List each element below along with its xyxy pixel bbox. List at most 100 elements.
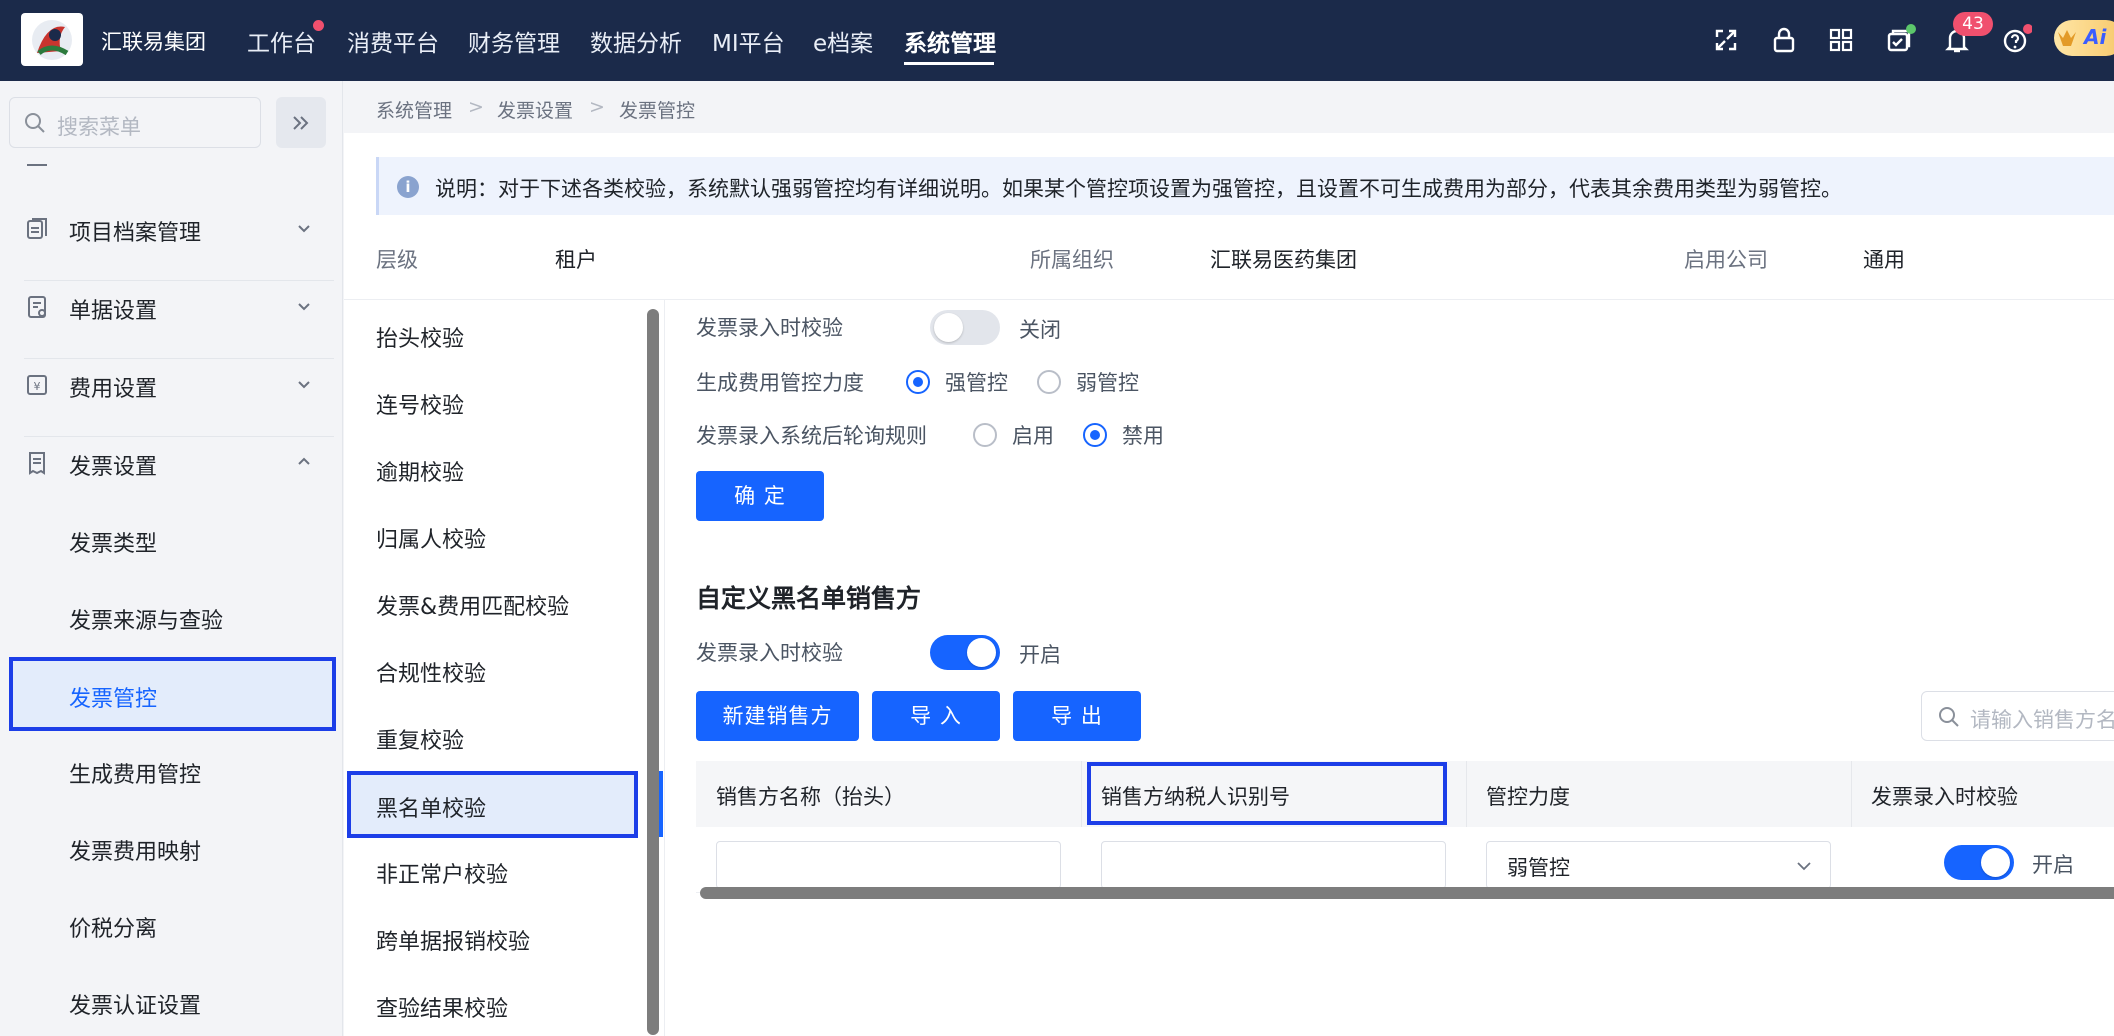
main-content: 系统管理 > 发票设置 > 发票管控 i 说明：对于下述各类校验，系统默认强弱管…	[344, 81, 2114, 1036]
control-strength-value: 弱管控	[1507, 856, 1570, 880]
radio-poll-enable[interactable]	[973, 423, 997, 447]
subnav-owner-check[interactable]: 归属人校验	[344, 502, 644, 569]
tasks-check-icon[interactable]	[1882, 23, 1916, 57]
level-value: 租户	[555, 248, 597, 272]
nav-data-analysis[interactable]: 数据分析	[590, 24, 682, 58]
info-notice: i 说明：对于下述各类校验，系统默认强弱管控均有详细说明。如果某个管控项设置为强…	[376, 157, 2114, 215]
subnav-label: 发票&费用匹配校验	[376, 595, 570, 620]
toggle-knob	[967, 638, 996, 667]
nav-mi-platform[interactable]: MI平台	[712, 24, 785, 58]
menu-group-label: 单据设置	[69, 299, 158, 324]
column-entry-check: 发票录入时校验	[1871, 785, 2018, 809]
sub-item-label: 发票管控	[69, 687, 158, 712]
menu-search-placeholder: 搜索菜单	[57, 115, 141, 139]
new-seller-button[interactable]: 新建销售方	[696, 691, 859, 741]
fullscreen-icon[interactable]	[1709, 23, 1743, 57]
menu-group-project-archive[interactable]: 项目档案管理	[0, 191, 342, 269]
subnav-cross-document-check[interactable]: 跨单据报销校验	[344, 904, 644, 971]
subnav-label: 逾期校验	[376, 461, 465, 486]
menu-group-expense-settings[interactable]: ¥ 费用设置	[0, 347, 342, 425]
subnav-blacklist-check[interactable]: 黑名单校验	[347, 771, 638, 838]
breadcrumb-item[interactable]: 发票设置	[497, 96, 573, 123]
entry-check-label: 发票录入时校验	[696, 316, 843, 340]
breadcrumb-separator-icon: >	[468, 96, 484, 118]
nav-system-management[interactable]: 系统管理	[904, 24, 996, 58]
collapse-sidebar-button[interactable]	[276, 97, 326, 148]
sub-item-invoice-source-verify[interactable]: 发票来源与查验	[0, 579, 342, 656]
radio-poll-disable-label[interactable]: 禁用	[1122, 420, 1164, 450]
breadcrumb-current: 发票管控	[619, 100, 696, 122]
sub-item-expense-generation-control[interactable]: 生成费用管控	[0, 733, 342, 810]
nav-workbench[interactable]: 工作台	[247, 24, 316, 58]
toggle-knob	[934, 313, 963, 342]
radio-strong-control[interactable]	[906, 370, 930, 394]
notice-text: 说明：对于下述各类校验，系统默认强弱管控均有详细说明。如果某个管控项设置为强管控…	[435, 177, 1842, 201]
radio-poll-enable-label[interactable]: 启用	[1012, 420, 1054, 450]
org-value: 汇联易医药集团	[1210, 248, 1357, 272]
subnav-title-check[interactable]: 抬头校验	[344, 301, 644, 368]
subnav-label: 归属人校验	[376, 528, 487, 553]
lock-icon[interactable]	[1767, 23, 1801, 57]
blacklist-entry-check-toggle[interactable]	[930, 635, 1000, 670]
subnav-abnormal-account-check[interactable]: 非正常户校验	[344, 837, 644, 904]
company-label: 启用公司	[1684, 248, 1768, 272]
sub-item-invoice-type[interactable]: 发票类型	[0, 502, 342, 579]
seller-tax-id-input[interactable]	[1101, 841, 1446, 889]
active-nav-underline	[904, 62, 994, 65]
nav-e-archive[interactable]: e档案	[813, 24, 873, 58]
ai-assistant-button[interactable]: Ai	[2054, 20, 2114, 56]
notification-count-badge: 43	[1953, 12, 1993, 36]
menu-search-input[interactable]: 搜索菜单	[9, 97, 261, 148]
sub-item-invoice-certification[interactable]: 发票认证设置	[0, 964, 342, 1036]
row-entry-check-toggle[interactable]	[1944, 845, 2014, 880]
search-icon	[25, 113, 45, 133]
subnav-serial-check[interactable]: 连号校验	[344, 368, 644, 435]
export-button[interactable]: 导 出	[1013, 691, 1141, 741]
subnav-scrollbar[interactable]	[647, 309, 659, 1035]
poll-rule-label: 发票录入系统后轮询规则	[696, 424, 927, 448]
workbench-dot	[313, 20, 324, 31]
nav-finance-management[interactable]: 财务管理	[468, 24, 560, 58]
chevron-down-icon	[298, 225, 310, 233]
expense-icon: ¥	[27, 375, 47, 395]
nav-consumption-platform[interactable]: 消费平台	[347, 24, 439, 58]
radio-weak-label[interactable]: 弱管控	[1076, 367, 1139, 397]
help-icon[interactable]	[1998, 23, 2032, 57]
confirm-button[interactable]: 确 定	[696, 471, 824, 521]
column-control-strength: 管控力度	[1486, 785, 1570, 809]
menu-group-document-settings[interactable]: 单据设置	[0, 269, 342, 347]
breadcrumb-item[interactable]: 系统管理	[376, 96, 452, 123]
subnav-verification-result-check[interactable]: 查验结果校验	[344, 971, 644, 1036]
double-chevron-right-icon	[293, 116, 309, 130]
tax-id-column-highlight	[1087, 762, 1447, 825]
sub-item-label: 发票认证设置	[69, 994, 202, 1019]
seller-search-placeholder: 请输入销售方名称	[1970, 708, 2114, 732]
import-button[interactable]: 导 入	[872, 691, 1000, 741]
radio-poll-disable[interactable]	[1083, 423, 1107, 447]
company-logo[interactable]	[21, 13, 83, 66]
table-horizontal-scrollbar[interactable]	[700, 887, 2114, 899]
subnav-overdue-check[interactable]: 逾期校验	[344, 435, 644, 502]
menu-group-invoice-settings[interactable]: 发票设置	[0, 425, 342, 503]
subnav-label: 查验结果校验	[376, 997, 509, 1022]
seller-name-input[interactable]	[716, 841, 1061, 889]
sub-item-label: 生成费用管控	[69, 763, 202, 788]
sub-item-invoice-expense-mapping[interactable]: 发票费用映射	[0, 810, 342, 887]
sub-item-label: 价税分离	[69, 917, 158, 942]
control-strength-select[interactable]: 弱管控	[1486, 841, 1831, 889]
radio-strong-label[interactable]: 强管控	[945, 367, 1008, 397]
chevron-up-icon	[298, 457, 310, 465]
seller-search-input[interactable]: 请输入销售方名称	[1921, 691, 2114, 741]
sub-item-invoice-control[interactable]: 发票管控	[9, 657, 336, 731]
subnav-label: 抬头校验	[376, 327, 465, 352]
entry-check-toggle[interactable]	[930, 310, 1000, 345]
subnav-label: 合规性校验	[376, 662, 487, 687]
apps-grid-icon[interactable]	[1824, 23, 1858, 57]
subnav-duplicate-check[interactable]: 重复校验	[344, 703, 644, 770]
radio-weak-control[interactable]	[1037, 370, 1061, 394]
sub-item-price-tax-separation[interactable]: 价税分离	[0, 887, 342, 964]
subnav-invoice-expense-match-check[interactable]: 发票&费用匹配校验	[344, 569, 644, 636]
subnav-border	[664, 300, 665, 1036]
subnav-label: 连号校验	[376, 394, 465, 419]
subnav-compliance-check[interactable]: 合规性校验	[344, 636, 644, 703]
